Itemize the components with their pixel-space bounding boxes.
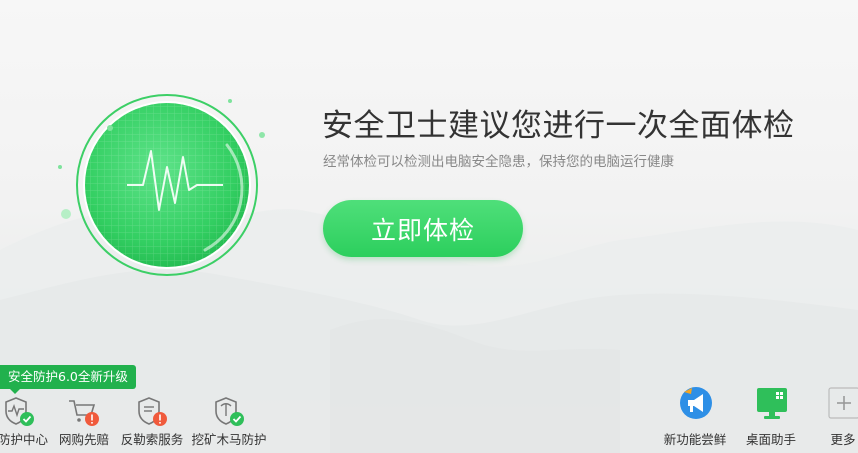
start-checkup-button[interactable]: 立即体检	[323, 200, 523, 257]
megaphone-icon	[679, 385, 713, 421]
health-gauge	[55, 85, 275, 285]
tool-label: 更多	[830, 432, 856, 447]
page-subtitle: 经常体检可以检测出电脑安全隐患，保持您的电脑运行健康	[323, 154, 674, 170]
tool-label: 桌面助手	[745, 432, 796, 447]
desktop-assistant-button[interactable]: 桌面助手	[731, 385, 811, 450]
tool-label: 新功能尝鲜	[663, 432, 727, 447]
page-title: 安全卫士建议您进行一次全面体检	[322, 108, 795, 144]
feature-label: 挖矿木马防护	[191, 432, 267, 447]
feature-mining-trojan-protection[interactable]: 挖矿木马防护	[184, 395, 274, 450]
more-button[interactable]: 更多	[803, 385, 858, 450]
upgrade-badge[interactable]: 安全防护6.0全新升级	[0, 365, 136, 394]
shopping-cart-icon	[67, 395, 101, 429]
plus-icon	[827, 385, 858, 421]
shield-heartbeat-icon	[2, 395, 36, 429]
desktop-monitor-icon	[755, 385, 789, 421]
shield-document-icon	[135, 395, 169, 429]
new-features-button[interactable]: 新功能尝鲜	[655, 385, 735, 450]
shield-pickaxe-icon	[212, 395, 246, 429]
